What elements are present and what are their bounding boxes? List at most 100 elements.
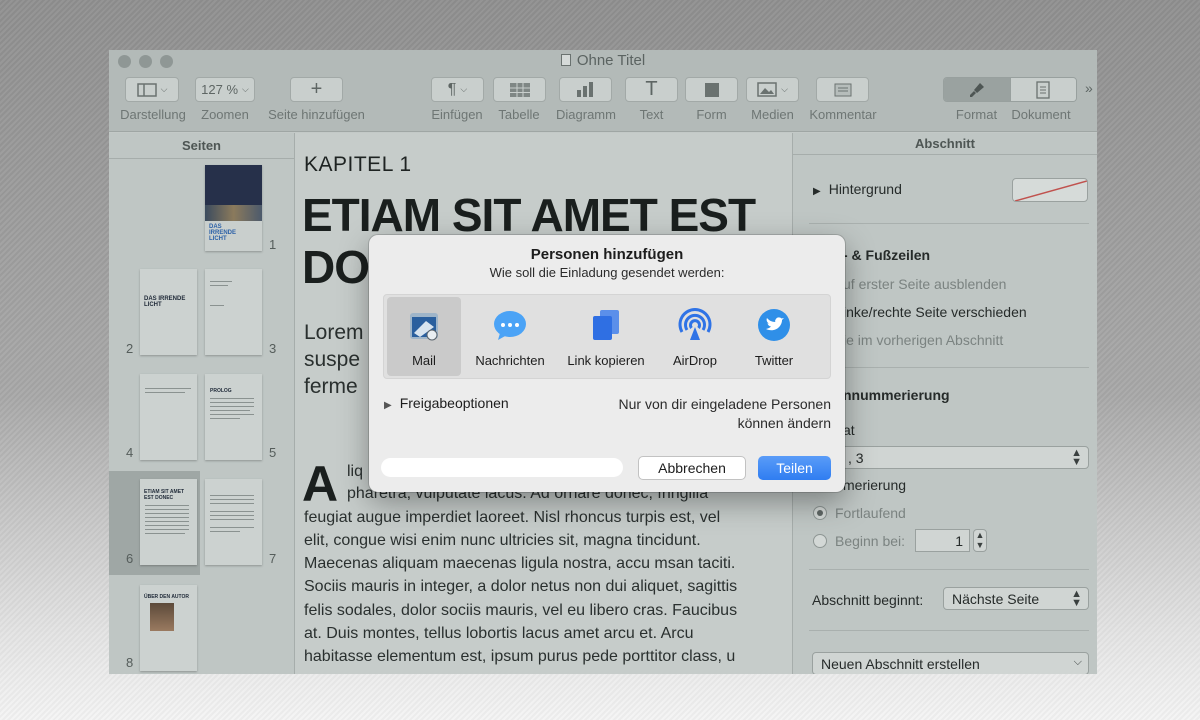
more-toolbar-icon[interactable]: » [1085,80,1093,96]
page-thumbnail-4[interactable] [140,374,197,460]
share-options-disclosure[interactable]: ▶ Freigabeoptionen [384,395,509,411]
document-button[interactable] [1009,78,1076,101]
messages-icon [494,311,526,340]
page-thumbnail-6[interactable]: ETIAM SIT AMET EST DONEC [140,479,197,565]
chevron-down-icon: ⌵ [242,84,249,94]
divider [809,569,1089,570]
cover-title: DAS IRRENDE LICHT [209,224,237,242]
cancel-button[interactable]: Abbrechen [638,456,746,480]
permission-summary: Nur von dir eingeladene Personen können … [618,396,831,431]
shape-button[interactable] [685,77,738,102]
page-number: 4 [126,445,134,460]
start-at-label: Beginn bei: [835,533,906,549]
mail-icon [410,313,438,341]
body-text-line: felis sodales, dolor sociis mauris, vel … [304,602,738,619]
zoom-value: 127 % [201,82,239,97]
page-thumbnail-8[interactable]: ÜBER DEN AUTOR [140,585,197,671]
body-text-line: elit, congue wisi enim nunc ultricies si… [304,532,701,549]
section-starts-select[interactable]: Nächste Seite ▲ ▼ [943,587,1089,610]
drop-cap: A [302,456,339,512]
view-button[interactable]: ⌵ [125,77,179,102]
table-button[interactable] [493,77,546,102]
share-option-copy-link[interactable]: Link kopieren [560,297,652,376]
comment-button[interactable] [816,77,869,102]
email-field[interactable] [381,458,623,477]
table-icon [509,82,530,97]
continuous-label: Fortlaufend [835,505,906,521]
bar-chart-icon [576,82,593,97]
chart-button[interactable] [559,77,612,102]
background-disclosure[interactable]: ▶ Hintergrund [813,181,902,197]
zoom-select[interactable]: 127 % ⌵ [195,77,255,102]
media-button[interactable]: ⌵ [746,77,799,102]
share-option-mail[interactable]: Mail [387,297,461,376]
page-numbering-label: nnummerierung [843,387,950,403]
chevron-down-icon: ⌵ [460,84,468,94]
numbering-format-select[interactable]: , 3 ▲ ▼ [839,446,1089,469]
body-text-line: at. Duis montes, tellus lobortis lacus a… [304,625,694,642]
format-button[interactable] [944,78,1010,101]
page-6-title: ETIAM SIT AMET EST DONEC [144,489,185,501]
add-page-button[interactable]: + [290,77,343,102]
body-text-line: habitasse elementum est, ipsum purus ped… [304,648,736,665]
copy-link-icon [593,310,619,340]
body-text-line: liq [347,463,364,480]
zoom-label: Zoomen [201,107,249,122]
chapter-label: KAPITEL 1 [304,153,412,176]
page-thumbnail-5[interactable]: PROLOG [205,374,262,460]
start-at-stepper[interactable]: ▲ ▼ [973,529,987,552]
add-people-dialog: Personen hinzufügen Wie soll die Einladu… [369,235,845,492]
format-label: Format [955,107,998,122]
body-text-line: feugiat augue imperdiet laoreet. Nisl rh… [304,509,721,526]
background-color-well[interactable] [1012,178,1088,202]
pages-sidebar: Seiten DAS IRRENDE LICHT 1 DAS IRRENDE L… [109,133,295,674]
header-footer-label: - & Fußzeilen [843,247,931,263]
page-number: 3 [269,341,277,356]
sidebar-title: Seiten [109,133,294,159]
section-starts-label: Abschnitt beginnt: [812,592,924,608]
chevron-down-icon: ⌵ [160,84,168,94]
share-option-twitter[interactable]: Twitter [738,297,810,376]
text-label: Text [639,107,664,122]
inspector-toggle [943,77,1077,102]
paintbrush-icon [969,82,984,97]
share-option-messages[interactable]: Nachrichten [468,297,552,376]
page-thumbnail-1[interactable]: DAS IRRENDE LICHT [205,165,262,251]
continuous-radio[interactable] [813,506,827,520]
page-number: 8 [126,655,134,670]
window-title: Ohne Titel [109,52,1097,69]
dialog-title: Personen hinzufügen [530,246,684,263]
body-text-line: Maecenas aliquam maecenas ligula nostra,… [304,555,736,572]
text-button[interactable]: T [625,77,678,102]
start-at-radio[interactable] [813,534,827,548]
new-section-button[interactable]: Neuen Abschnitt erstellen ⌵ [812,652,1089,674]
comment-icon [834,83,851,96]
page-5-title: PROLOG [210,388,232,394]
match-previous-section-option[interactable]: ie im vorherigen Abschnitt [843,332,1003,348]
share-method-list: Mail Nachrichten Link kopieren AirDrop T… [383,294,831,379]
author-photo [150,603,174,631]
insert-button[interactable]: ¶ ⌵ [431,77,484,102]
page-thumbnail-2[interactable]: DAS IRRENDE LICHT [140,269,197,355]
share-button[interactable]: Teilen [758,456,831,480]
page-2-title: DAS IRRENDE LICHT [144,296,186,308]
divider [809,223,1089,224]
document-icon [560,54,571,66]
hide-first-page-option[interactable]: uf erster Seite ausblenden [843,276,1006,292]
media-label: Medien [751,107,794,122]
inspector-title: Abschnitt [793,133,1097,155]
page-thumbnail-3[interactable] [205,269,262,355]
page-number: 5 [269,445,277,460]
add-page-label: Seite hinzufügen [268,107,365,122]
start-at-input[interactable]: 1 [915,529,970,552]
chart-label: Diagramm [556,107,616,122]
share-option-airdrop[interactable]: AirDrop [660,297,730,376]
disclosure-triangle-icon: ▶ [813,186,821,197]
insert-label: Einfügen [431,107,483,122]
view-label: Darstellung [120,107,186,122]
updown-arrows-icon: ▲ ▼ [1071,588,1082,609]
left-right-different-option[interactable]: inke/rechte Seite verschieden [843,304,1027,320]
page-8-title: ÜBER DEN AUTOR [144,594,190,600]
divider [809,367,1089,368]
page-thumbnail-7[interactable] [205,479,262,565]
